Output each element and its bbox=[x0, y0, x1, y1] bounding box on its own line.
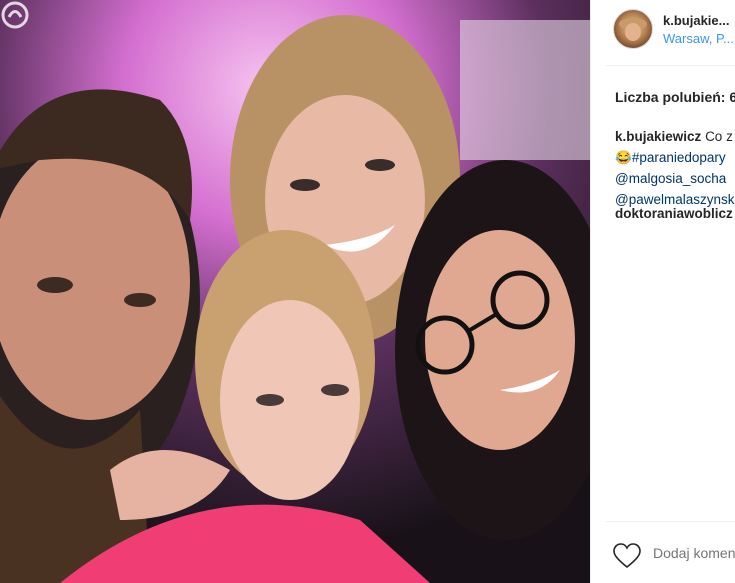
post-username[interactable]: k.bujakie... bbox=[663, 13, 729, 28]
caption-text: Co z bbox=[705, 129, 733, 144]
likes-count[interactable]: Liczba polubień: 6 bbox=[615, 89, 735, 105]
selfie-illustration bbox=[0, 0, 590, 583]
mention-link[interactable]: @malgosia_socha bbox=[615, 171, 726, 186]
post-photo[interactable] bbox=[0, 0, 590, 583]
watermark-logo-icon bbox=[1, 1, 29, 29]
heart-outline-icon[interactable] bbox=[613, 543, 641, 569]
avatar-image bbox=[619, 18, 647, 41]
grinning-face-emoji-icon: 😂 bbox=[615, 150, 632, 165]
post-location[interactable]: Warsaw, P... bbox=[663, 31, 734, 46]
hashtag-link[interactable]: #paraniedopary bbox=[632, 150, 726, 165]
caption-username[interactable]: k.bujakiewicz bbox=[615, 129, 701, 144]
divider bbox=[606, 521, 735, 522]
post-caption: k.bujakiewicz Co z 😂#paraniedopary @malg… bbox=[615, 126, 735, 210]
comment-username[interactable]: doktoraniawoblicz bbox=[615, 206, 733, 221]
post-sidebar: k.bujakie... Warsaw, P... Liczba polubie… bbox=[590, 0, 735, 583]
divider bbox=[606, 65, 735, 66]
mention-link[interactable]: @pawelmalaszynsk bbox=[615, 192, 735, 207]
avatar[interactable] bbox=[613, 9, 653, 49]
comment-input[interactable] bbox=[653, 541, 735, 565]
